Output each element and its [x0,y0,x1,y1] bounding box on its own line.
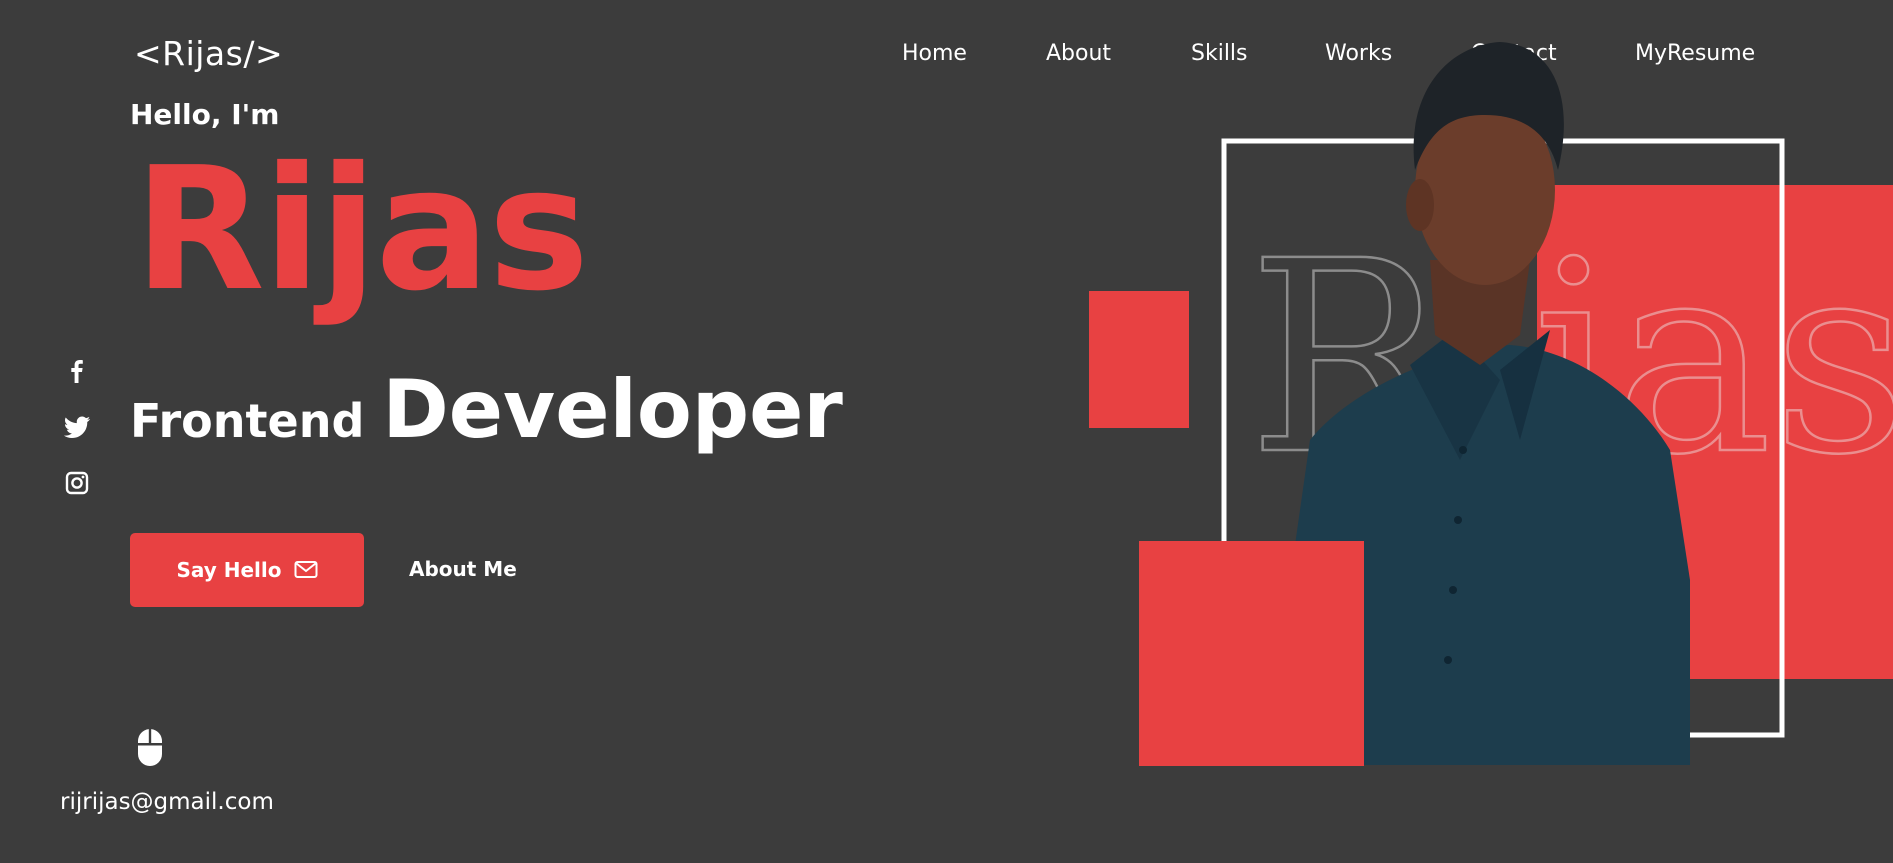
decor-square-bottom [1139,541,1364,766]
role-heading: Frontend Developer [130,370,843,450]
decor-square-small [1089,291,1189,428]
envelope-icon [294,561,318,578]
facebook-icon[interactable] [62,356,92,386]
hero-name: Rijas [134,131,589,329]
about-me-button[interactable]: About Me [409,553,517,585]
greeting-text: Hello, I'm [130,98,280,131]
say-hello-label: Say Hello [176,558,282,582]
mouse-scroll-icon [134,726,166,768]
nav-item-home[interactable]: Home [902,38,967,70]
hero-image: Rijas [1080,20,1893,800]
role-frontend: Frontend [130,394,365,448]
role-developer: Developer [382,363,843,456]
say-hello-button[interactable]: Say Hello [130,533,364,607]
instagram-icon[interactable] [62,468,92,498]
twitter-icon[interactable] [62,412,92,442]
contact-email[interactable]: rijrijas@gmail.com [60,786,274,818]
